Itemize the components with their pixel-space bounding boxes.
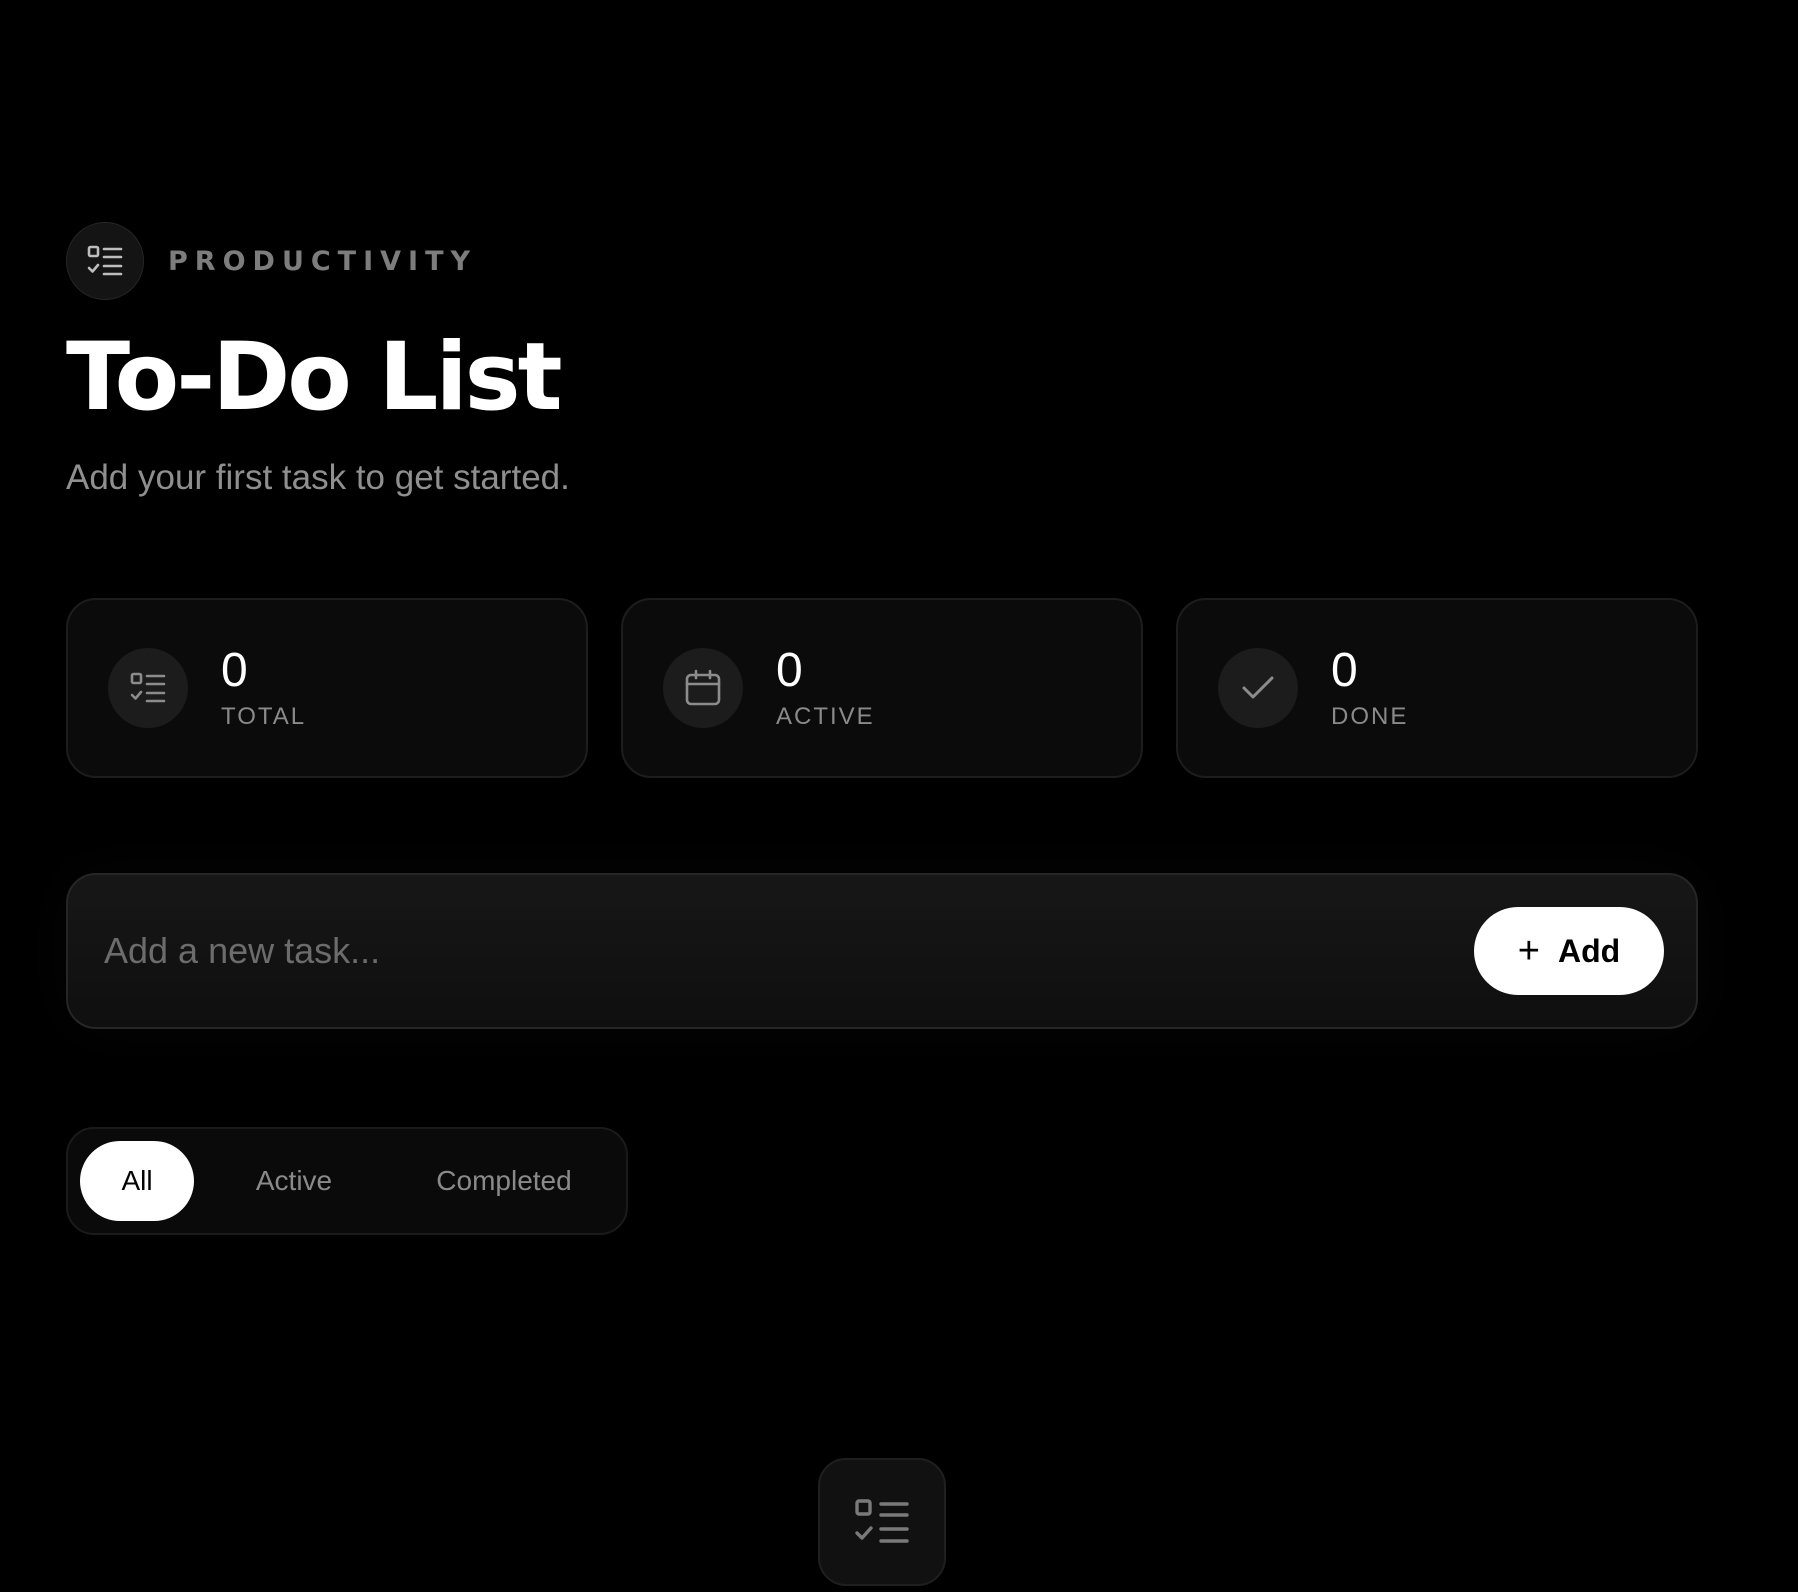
- eyebrow: PRODUCTIVITY: [66, 221, 1698, 301]
- stats-row: 0 TOTAL 0 ACTIVE 0 DONE: [66, 598, 1698, 778]
- page-title: To-Do List: [66, 323, 563, 432]
- stat-card-total: 0 TOTAL: [66, 598, 588, 778]
- stat-value-active: 0: [776, 643, 803, 697]
- new-task-input[interactable]: [102, 929, 1474, 973]
- stat-label-active: ACTIVE: [776, 703, 875, 731]
- filter-tabs: All Active Completed: [66, 1127, 628, 1235]
- filter-tab-all[interactable]: All: [80, 1141, 194, 1221]
- stat-card-active: 0 ACTIVE: [621, 598, 1143, 778]
- stat-label-total: TOTAL: [221, 703, 307, 731]
- checklist-icon: [66, 222, 144, 300]
- stat-label-done: DONE: [1331, 703, 1409, 731]
- plus-icon: +: [1517, 930, 1540, 972]
- stat-card-done: 0 DONE: [1176, 598, 1698, 778]
- checkmark-icon: [1218, 648, 1298, 728]
- stat-value-total: 0: [221, 643, 248, 697]
- page-content: PRODUCTIVITY To-Do List Add your first t…: [66, 221, 1698, 1235]
- new-task-bar: + Add: [66, 873, 1698, 1029]
- calendar-icon: [663, 648, 743, 728]
- empty-state-checklist-icon: [818, 1458, 946, 1586]
- add-task-button[interactable]: + Add: [1474, 907, 1664, 995]
- add-button-label: Add: [1558, 932, 1621, 969]
- checklist-icon: [108, 648, 188, 728]
- filter-tab-active[interactable]: Active: [194, 1141, 394, 1221]
- filter-tab-completed[interactable]: Completed: [394, 1141, 614, 1221]
- eyebrow-label: PRODUCTIVITY: [168, 245, 478, 277]
- stat-value-done: 0: [1331, 643, 1358, 697]
- page-subtitle: Add your first task to get started.: [66, 457, 570, 497]
